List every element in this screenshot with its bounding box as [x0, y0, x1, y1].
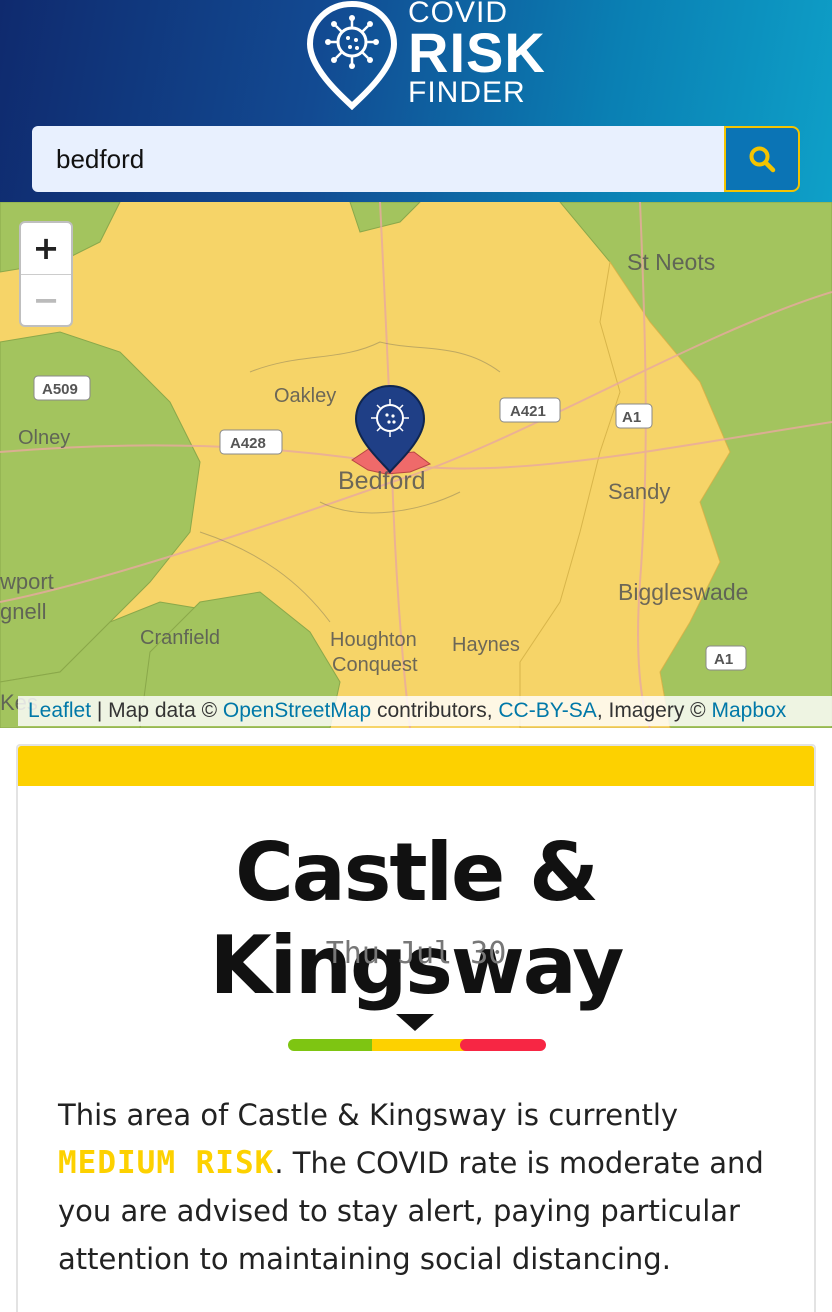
place-label: wport [0, 569, 54, 594]
risk-level-label: MEDIUM RISK [58, 1145, 275, 1181]
area-name: Castle & Kingsway [209, 826, 625, 1012]
risk-description: This area of Castle & Kingsway is curren… [58, 1091, 778, 1283]
virus-pin-logo-icon [306, 0, 398, 110]
gauge-pointer-icon [396, 1014, 434, 1031]
header: COVID RISK FINDER [0, 0, 832, 202]
place-label: St Neots [627, 249, 715, 275]
place-label: Conquest [332, 654, 418, 676]
road-label: A428 [230, 435, 266, 452]
logo-wordmark: COVID RISK FINDER [408, 0, 546, 108]
logo-line-2: RISK [408, 21, 546, 84]
map-tiles[interactable]: St Neots Oakley Bedford Olney Sandy Bigg… [0, 202, 832, 728]
data-date: Thu Jul 30 [325, 936, 507, 971]
road-label: A1 [622, 409, 641, 426]
road-label: A421 [510, 403, 546, 420]
place-label: Haynes [452, 634, 520, 656]
logo-line-3: FINDER [408, 76, 526, 109]
covid-risk-finder-logo[interactable]: COVID RISK FINDER [306, 0, 545, 110]
place-label: Cranfield [140, 627, 220, 649]
map-attribution: Leaflet | Map data © OpenStreetMap contr… [18, 696, 832, 726]
zoom-control: + − [19, 221, 73, 327]
result-card: Castle & Kingsway Thu Jul 30 This area o… [16, 744, 816, 1312]
search-button[interactable] [724, 126, 800, 192]
openstreetmap-link[interactable]: OpenStreetMap [223, 699, 371, 722]
mapbox-link[interactable]: Mapbox [711, 699, 786, 722]
attribution-text: , Imagery © [596, 699, 712, 722]
search-bar [32, 126, 800, 192]
risk-gauge [288, 1014, 546, 1051]
place-label: gnell [0, 599, 46, 624]
leaflet-link[interactable]: Leaflet [28, 699, 91, 722]
zoom-in-button[interactable]: + [21, 223, 71, 274]
place-label: Sandy [608, 479, 670, 504]
risk-map[interactable]: St Neots Oakley Bedford Olney Sandy Bigg… [0, 202, 832, 728]
risk-color-bar [18, 746, 814, 786]
road-label: A1 [714, 651, 733, 668]
place-label: Bedford [338, 467, 426, 495]
place-label: Houghton [330, 629, 417, 651]
place-label: Oakley [274, 385, 336, 407]
search-icon [749, 146, 776, 173]
road-label: A509 [42, 381, 78, 398]
attribution-text: | Map data © [91, 699, 223, 722]
place-label: Olney [18, 427, 70, 449]
zoom-out-button[interactable]: − [21, 274, 71, 325]
search-input[interactable] [32, 126, 726, 192]
place-label: Biggleswade [618, 579, 748, 605]
attribution-text: contributors, [371, 699, 499, 722]
description-prefix: This area of Castle & Kingsway is curren… [58, 1098, 679, 1132]
license-link[interactable]: CC-BY-SA [498, 699, 596, 722]
